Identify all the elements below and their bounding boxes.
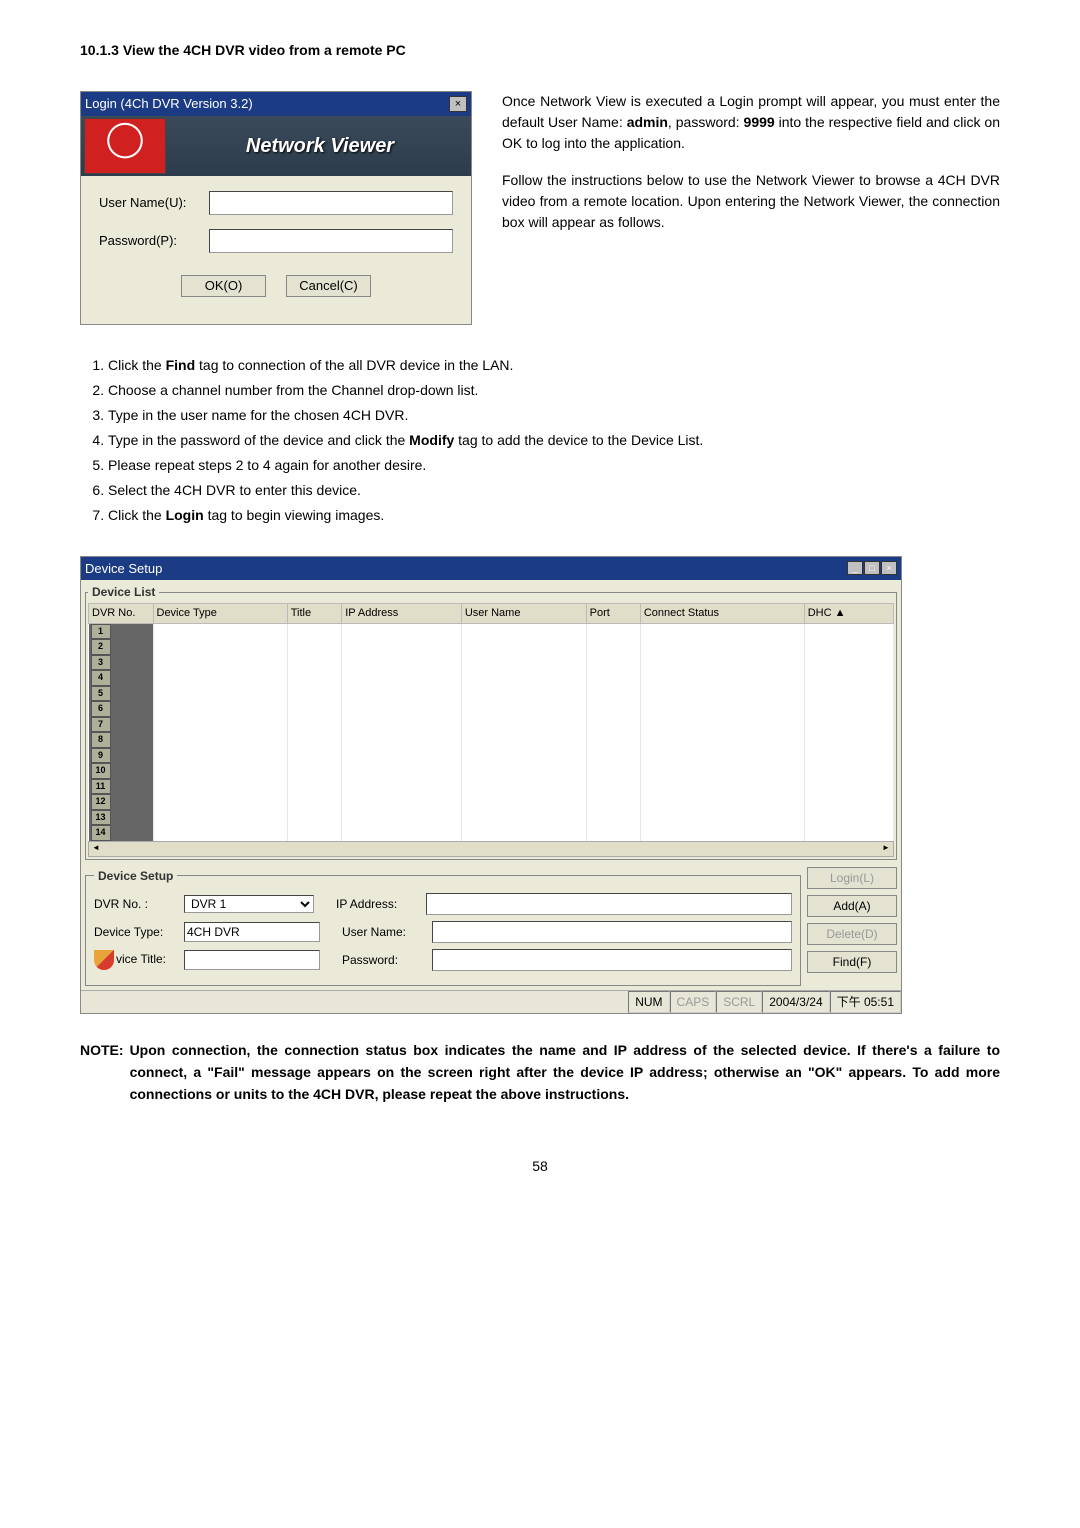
password-input[interactable] xyxy=(209,229,453,253)
column-header[interactable]: Port xyxy=(586,604,640,624)
titlebar-text: Login (4Ch DVR Version 3.2) xyxy=(85,94,253,114)
table-row[interactable]: 12 xyxy=(89,794,894,810)
device-setup-window: Device Setup _ □ × Device List DVR No.De… xyxy=(80,556,902,1014)
column-header[interactable]: User Name xyxy=(461,604,586,624)
table-row[interactable]: 7 xyxy=(89,717,894,733)
ds-password-input[interactable] xyxy=(432,949,792,971)
column-header[interactable]: DHC ▲ xyxy=(804,604,893,624)
device-setup-legend: Device Setup xyxy=(94,867,177,885)
minimize-icon[interactable]: _ xyxy=(847,561,863,575)
table-row[interactable]: 8 xyxy=(89,732,894,748)
titlebar: Login (4Ch DVR Version 3.2) × xyxy=(81,92,471,116)
note-label: NOTE: xyxy=(80,1039,124,1106)
note-block: NOTE: Upon connection, the connection st… xyxy=(80,1039,1000,1106)
vice-title-label: vice Title: xyxy=(116,952,166,966)
find-button[interactable]: Find(F) xyxy=(807,951,897,973)
table-row[interactable]: 6 xyxy=(89,701,894,717)
column-header[interactable]: Connect Status xyxy=(640,604,804,624)
ip-input[interactable] xyxy=(426,893,792,915)
table-row[interactable]: 5 xyxy=(89,686,894,702)
column-header[interactable]: Title xyxy=(287,604,342,624)
steps-list: Click the Find tag to connection of the … xyxy=(90,355,1000,526)
ip-label: IP Address: xyxy=(336,895,426,913)
column-header[interactable]: Device Type xyxy=(153,604,287,624)
device-type-label: Device Type: xyxy=(94,923,184,941)
step-item: Type in the password of the device and c… xyxy=(108,430,1000,451)
table-row[interactable]: 1 xyxy=(89,623,894,639)
table-row[interactable]: 9 xyxy=(89,748,894,764)
user-name-label: User Name: xyxy=(342,923,432,941)
header-logo-icon xyxy=(84,118,166,174)
dvr-no-label: DVR No. : xyxy=(94,895,184,913)
column-header[interactable]: IP Address xyxy=(342,604,462,624)
step-item: Click the Find tag to connection of the … xyxy=(108,355,1000,376)
step-item: Type in the user name for the chosen 4CH… xyxy=(108,405,1000,426)
user-name-input[interactable] xyxy=(432,921,792,943)
login-header: Network Viewer xyxy=(81,116,471,176)
table-row[interactable]: 10 xyxy=(89,763,894,779)
scroll-left-icon[interactable]: ◄ xyxy=(89,842,103,854)
step-item: Please repeat steps 2 to 4 again for ano… xyxy=(108,455,1000,476)
status-scrl: SCRL xyxy=(716,991,762,1013)
device-type-input[interactable] xyxy=(184,922,320,942)
scroll-right-icon[interactable]: ► xyxy=(879,842,893,854)
status-num: NUM xyxy=(628,991,669,1013)
status-time: 下午 05:51 xyxy=(830,991,901,1013)
table-row[interactable]: 3 xyxy=(89,655,894,671)
intro-text: Once Network View is executed a Login pr… xyxy=(502,91,1000,249)
table-row[interactable]: 13 xyxy=(89,810,894,826)
close-icon[interactable]: × xyxy=(881,561,897,575)
section-heading: 10.1.3 View the 4CH DVR video from a rem… xyxy=(80,40,1000,61)
delete-button[interactable]: Delete(D) xyxy=(807,923,897,945)
device-list-fieldset: Device List DVR No.Device TypeTitleIP Ad… xyxy=(85,583,897,860)
para1-pw: 9999 xyxy=(744,114,775,130)
column-header[interactable]: DVR No. xyxy=(89,604,154,624)
device-list-table[interactable]: DVR No.Device TypeTitleIP AddressUser Na… xyxy=(88,603,894,841)
table-row[interactable]: 14 xyxy=(89,825,894,841)
ds-titlebar: Device Setup _ □ × xyxy=(81,557,901,581)
ds-password-label: Password: xyxy=(342,951,432,969)
horizontal-scrollbar[interactable]: ◄ ► xyxy=(88,841,894,857)
device-setup-fieldset: Device Setup DVR No. : DVR 1 IP Address:… xyxy=(85,867,801,986)
step-item: Click the Login tag to begin viewing ima… xyxy=(108,505,1000,526)
vice-title-input[interactable] xyxy=(184,950,320,970)
login-dialog: Login (4Ch DVR Version 3.2) × Network Vi… xyxy=(80,91,472,325)
status-date: 2004/3/24 xyxy=(762,991,829,1013)
password-label: Password(P): xyxy=(99,231,209,251)
page-number: 58 xyxy=(80,1156,1000,1177)
device-list-legend: Device List xyxy=(88,583,159,601)
para1-b: , password: xyxy=(668,114,744,130)
shield-icon xyxy=(94,950,114,970)
para1-admin: admin xyxy=(627,114,668,130)
header-brand-text: Network Viewer xyxy=(169,131,471,161)
username-input[interactable] xyxy=(209,191,453,215)
maximize-icon[interactable]: □ xyxy=(864,561,880,575)
username-label: User Name(U): xyxy=(99,193,209,213)
status-caps: CAPS xyxy=(670,991,717,1013)
ok-button[interactable]: OK(O) xyxy=(181,275,266,297)
table-row[interactable]: 4 xyxy=(89,670,894,686)
cancel-button[interactable]: Cancel(C) xyxy=(286,275,371,297)
dvr-no-select[interactable]: DVR 1 xyxy=(184,895,314,913)
close-icon[interactable]: × xyxy=(449,96,467,112)
step-item: Choose a channel number from the Channel… xyxy=(108,380,1000,401)
step-item: Select the 4CH DVR to enter this device. xyxy=(108,480,1000,501)
para2: Follow the instructions below to use the… xyxy=(502,170,1000,233)
table-row[interactable]: 2 xyxy=(89,639,894,655)
login-button[interactable]: Login(L) xyxy=(807,867,897,889)
table-row[interactable]: 11 xyxy=(89,779,894,795)
note-text: Upon connection, the connection status b… xyxy=(130,1039,1000,1106)
ds-titlebar-text: Device Setup xyxy=(85,559,162,579)
add-button[interactable]: Add(A) xyxy=(807,895,897,917)
statusbar: NUM CAPS SCRL 2004/3/24 下午 05:51 xyxy=(81,990,901,1013)
